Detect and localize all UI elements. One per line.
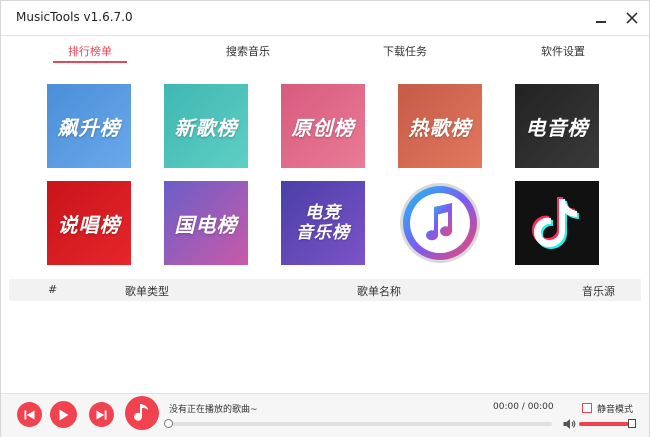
chart-tile-label: 电音榜 bbox=[525, 115, 589, 140]
chart-tile-label: 新歌榜 bbox=[174, 115, 238, 140]
tab-download-tasks[interactable]: 下载任务 bbox=[383, 43, 427, 59]
mute-mode-checkbox[interactable] bbox=[582, 403, 592, 413]
play-icon bbox=[59, 409, 69, 420]
volume-icon[interactable] bbox=[563, 418, 577, 430]
chart-tile-label: 热歌榜 bbox=[408, 115, 472, 140]
mute-mode-label[interactable]: 静音模式 bbox=[597, 402, 633, 415]
minimize-button[interactable] bbox=[592, 9, 610, 27]
next-button[interactable] bbox=[89, 402, 114, 427]
play-button[interactable] bbox=[50, 401, 77, 428]
tiktok-icon bbox=[515, 181, 599, 265]
chart-tile-tiktok[interactable] bbox=[515, 181, 599, 265]
title-bar[interactable]: MusicTools v1.6.7.0 bbox=[1, 1, 649, 35]
previous-icon bbox=[24, 410, 35, 419]
volume-slider[interactable] bbox=[579, 419, 636, 428]
tab-charts[interactable]: 排行榜单 bbox=[68, 43, 112, 59]
column-header-playlist-name[interactable]: 歌单名称 bbox=[357, 283, 401, 299]
now-playing-cover[interactable] bbox=[125, 396, 159, 430]
chart-tile-original[interactable]: 原创榜 bbox=[281, 84, 365, 168]
app-title: MusicTools v1.6.7.0 bbox=[16, 10, 133, 24]
column-header-music-source[interactable]: 音乐源 bbox=[582, 283, 615, 299]
playback-progress-bar[interactable] bbox=[164, 419, 552, 428]
volume-handle[interactable] bbox=[628, 419, 636, 428]
now-playing-text: 没有正在播放的歌曲~ bbox=[169, 405, 258, 415]
minimize-icon bbox=[596, 21, 606, 23]
chart-tile-label: 说唱榜 bbox=[57, 212, 121, 237]
tab-settings[interactable]: 软件设置 bbox=[541, 43, 585, 59]
column-header-playlist-type[interactable]: 歌单类型 bbox=[125, 283, 169, 299]
column-header-index[interactable]: # bbox=[48, 283, 57, 296]
previous-button[interactable] bbox=[17, 402, 42, 427]
chart-tile-electronic[interactable]: 电音榜 bbox=[515, 84, 599, 168]
chart-tile-label: 电竞 音乐榜 bbox=[281, 181, 365, 265]
player-bar: 没有正在播放的歌曲~ 00:00 / 00:00 静音模式 bbox=[1, 393, 649, 437]
playback-time: 00:00 / 00:00 bbox=[493, 402, 554, 412]
next-icon bbox=[96, 410, 107, 419]
chart-tile-soaring[interactable]: 飙升榜 bbox=[47, 84, 131, 168]
chart-tile-label: 原创榜 bbox=[291, 115, 355, 140]
close-icon bbox=[626, 12, 638, 24]
tab-search-music[interactable]: 搜索音乐 bbox=[226, 43, 270, 59]
close-button[interactable] bbox=[623, 9, 641, 27]
chart-tile-label: 飙升榜 bbox=[57, 115, 121, 140]
chart-tile-esports-music[interactable]: 电竞 音乐榜 bbox=[281, 181, 365, 265]
chart-tile-hot-songs[interactable]: 热歌榜 bbox=[398, 84, 482, 168]
chart-tile-chinese-electronic[interactable]: 国电榜 bbox=[164, 181, 248, 265]
playlist-table-body[interactable] bbox=[9, 301, 641, 392]
app-window: MusicTools v1.6.7.0 排行榜单 搜索音乐 下载任务 软件设置 … bbox=[0, 0, 650, 437]
playlist-table-header: # 歌单类型 歌单名称 音乐源 bbox=[9, 279, 641, 301]
playback-progress-handle[interactable] bbox=[164, 419, 173, 428]
apple-music-icon bbox=[400, 183, 480, 263]
chart-tile-rap[interactable]: 说唱榜 bbox=[47, 181, 131, 265]
music-note-icon bbox=[134, 404, 148, 421]
chart-tile-label-line1: 电竞 bbox=[305, 203, 341, 223]
chart-tile-apple-music[interactable] bbox=[398, 181, 482, 265]
volume-fill bbox=[579, 422, 632, 426]
chart-tile-label-line2: 音乐榜 bbox=[296, 223, 350, 243]
chart-tile-label: 国电榜 bbox=[174, 212, 238, 237]
chart-tile-new-songs[interactable]: 新歌榜 bbox=[164, 84, 248, 168]
active-tab-indicator bbox=[53, 61, 127, 63]
